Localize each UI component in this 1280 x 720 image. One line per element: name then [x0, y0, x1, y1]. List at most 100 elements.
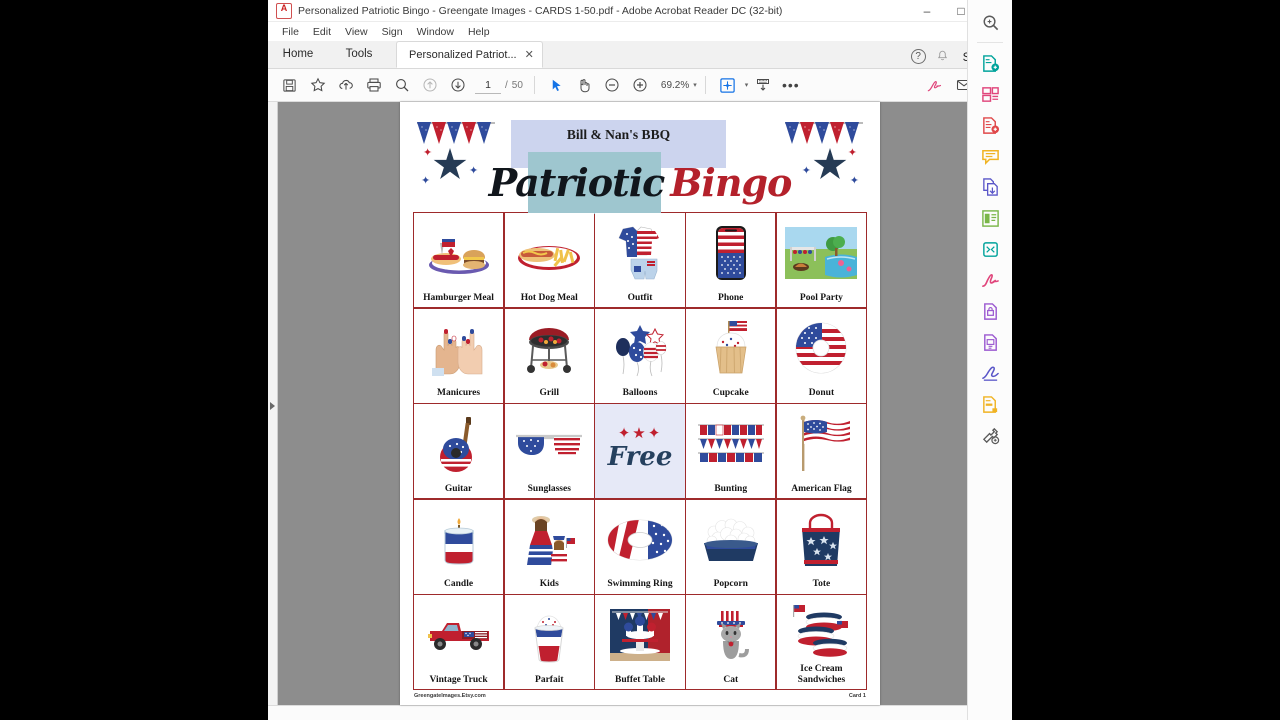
menu-file[interactable]: File: [276, 25, 305, 39]
bingo-cell-label: Grill: [539, 388, 560, 399]
document-viewport[interactable]: Bill & Nan's BBQ Patriotic Bingo ✦ ✦ ✦ ✦…: [268, 102, 1012, 705]
bingo-cell-grill[interactable]: Grill: [504, 308, 594, 403]
create-pdf-tool-icon[interactable]: [975, 111, 1005, 139]
outfit-art: [595, 213, 684, 293]
confetti-icon: ✦: [801, 165, 811, 177]
page-number-input[interactable]: [475, 76, 501, 94]
upload-cloud-icon[interactable]: [332, 73, 359, 98]
bingo-cell-guitar[interactable]: Guitar: [414, 404, 504, 499]
menu-edit[interactable]: Edit: [307, 25, 337, 39]
save-icon[interactable]: [276, 73, 303, 98]
bingo-cell-phone[interactable]: Phone: [686, 213, 776, 307]
menu-help[interactable]: Help: [462, 25, 496, 39]
bingo-cell-american-flag[interactable]: American Flag: [776, 404, 866, 499]
menu-view[interactable]: View: [339, 25, 374, 39]
bingo-cell-free[interactable]: ✦★✦ Free: [595, 404, 685, 499]
bingo-cell-cupcake[interactable]: Cupcake: [686, 308, 776, 403]
fill-and-sign-tool-icon[interactable]: [975, 266, 1005, 294]
confetti-icon: ✦: [421, 175, 431, 187]
bingo-cell-manicures[interactable]: Manicures: [414, 308, 504, 403]
bingo-cell-kids[interactable]: Kids: [504, 499, 594, 594]
more-tools-icon[interactable]: •••: [777, 73, 804, 98]
status-bar: [268, 705, 1012, 720]
tab-document-label: Personalized Patriot...: [409, 48, 517, 61]
certificate-tool-icon[interactable]: [975, 328, 1005, 356]
tools-rail: [967, 0, 1012, 720]
bingo-cell-ice-cream-sandwiches[interactable]: Ice Cream Sandwiches: [776, 595, 866, 690]
tab-home[interactable]: Home: [268, 40, 328, 68]
cupcake-art: [686, 309, 775, 389]
zoom-level-value[interactable]: 69.2%: [661, 80, 689, 91]
help-icon[interactable]: ?: [910, 49, 926, 64]
page-navigation: / 50: [475, 76, 523, 94]
organize-pages-tool-icon[interactable]: [975, 80, 1005, 108]
bingo-cell-balloons[interactable]: Balloons: [595, 308, 685, 403]
bingo-cell-parfait[interactable]: Parfait: [504, 595, 594, 690]
menu-window[interactable]: Window: [411, 25, 460, 39]
fit-page-chevron-down-icon[interactable]: ▾: [745, 81, 749, 89]
swimming-ring-art: [595, 500, 684, 580]
edit-pdf-tool-icon[interactable]: [975, 204, 1005, 232]
zoom-in-icon[interactable]: [627, 73, 654, 98]
navigation-pane-collapsed[interactable]: [268, 102, 278, 705]
bingo-cell-swimming-ring[interactable]: Swimming Ring: [595, 499, 685, 594]
bingo-cell-pool-party[interactable]: Pool Party: [776, 213, 866, 307]
add-to-favorites-icon[interactable]: [304, 73, 331, 98]
manicures-art: [414, 309, 503, 389]
stamp-tool-icon[interactable]: [975, 359, 1005, 387]
bell-icon[interactable]: [936, 50, 949, 63]
chevron-down-icon[interactable]: ▾: [693, 81, 697, 89]
export-pdf-tool-icon[interactable]: [975, 49, 1005, 77]
bingo-cell-label: Phone: [718, 292, 744, 303]
tab-tools[interactable]: Tools: [328, 40, 390, 68]
close-icon[interactable]: ✕: [525, 48, 534, 61]
grill-art: [505, 309, 594, 389]
protect-tool-icon[interactable]: [975, 297, 1005, 325]
more-tools-icon[interactable]: [975, 421, 1005, 449]
menu-sign[interactable]: Sign: [376, 25, 409, 39]
page-scroll-icon[interactable]: [749, 73, 776, 98]
free-space-art: ✦★✦ Free: [595, 404, 684, 494]
comment-tool-icon[interactable]: [975, 142, 1005, 170]
bingo-cell-label: Swimming Ring: [607, 579, 673, 590]
parfait-art: [505, 595, 594, 675]
bingo-cell-sunglasses[interactable]: Sunglasses: [504, 404, 594, 499]
phone-flag-case-art: [686, 213, 775, 293]
minimize-button[interactable]: –: [910, 0, 944, 22]
fit-page-icon[interactable]: [714, 73, 741, 98]
bingo-cell-tote[interactable]: Tote: [776, 499, 866, 594]
bingo-cell-label: Manicures: [437, 388, 481, 399]
bingo-cell-buffet-table[interactable]: Buffet Table: [595, 595, 685, 690]
previous-page-icon[interactable]: [416, 73, 443, 98]
footer-credit: GreengateImages.Etsy.com: [414, 693, 486, 700]
bingo-cell-hamburger-meal[interactable]: Hamburger Meal: [414, 213, 504, 307]
tab-document[interactable]: Personalized Patriot... ✕: [396, 41, 543, 68]
bingo-card: Bill & Nan's BBQ Patriotic Bingo ✦ ✦ ✦ ✦…: [400, 102, 880, 699]
free-space-word: Free: [607, 442, 673, 473]
expand-navigation-pane-icon[interactable]: [270, 402, 275, 410]
tab-strip: Home Tools Personalized Patriot... ✕ ? S…: [268, 41, 1012, 69]
bingo-cell-hot-dog-meal[interactable]: Hot Dog Meal: [504, 213, 594, 307]
bingo-cell-outfit[interactable]: Outfit: [595, 213, 685, 307]
bingo-cell-bunting[interactable]: Bunting: [686, 404, 776, 499]
fill-and-sign-icon[interactable]: [921, 73, 948, 98]
search-icon[interactable]: [388, 73, 415, 98]
bingo-cell-label: Balloons: [622, 388, 658, 399]
select-cursor-icon[interactable]: [543, 73, 570, 98]
bingo-cell-donut[interactable]: Donut: [776, 308, 866, 403]
bingo-cell-candle[interactable]: Candle: [414, 499, 504, 594]
bingo-cell-vintage-truck[interactable]: Vintage Truck: [414, 595, 504, 690]
pdf-file-icon: [276, 2, 292, 19]
zoom-out-icon[interactable]: [599, 73, 626, 98]
compress-pdf-tool-icon[interactable]: [975, 235, 1005, 263]
pennant: [830, 122, 844, 144]
next-page-icon[interactable]: [444, 73, 471, 98]
redact-tool-icon[interactable]: [975, 390, 1005, 418]
hand-pan-icon[interactable]: [571, 73, 598, 98]
print-icon[interactable]: [360, 73, 387, 98]
bunting-art: [686, 404, 775, 484]
bingo-cell-cat[interactable]: Cat: [686, 595, 776, 690]
search-tool-icon[interactable]: [975, 8, 1005, 36]
combine-files-tool-icon[interactable]: [975, 173, 1005, 201]
bingo-cell-popcorn[interactable]: Popcorn: [686, 499, 776, 594]
